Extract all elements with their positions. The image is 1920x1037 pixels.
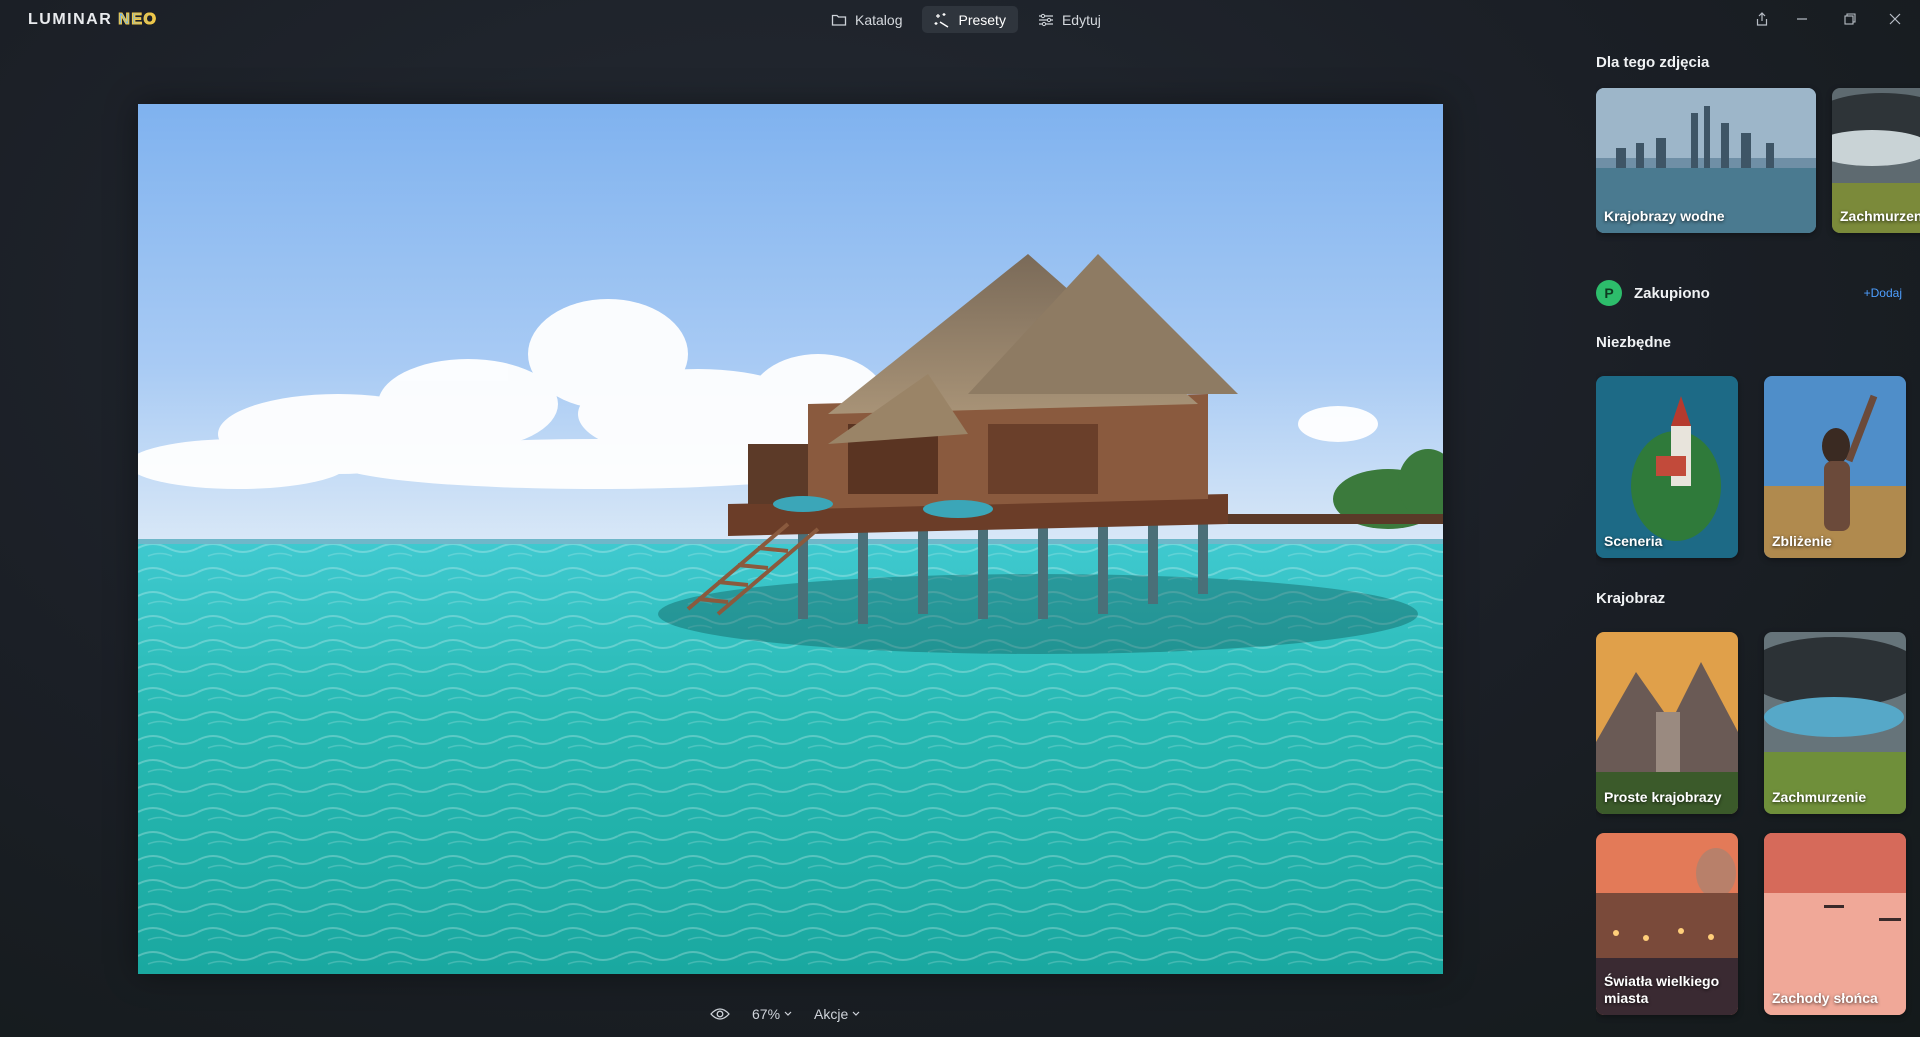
preset-card-label: Zachody słońca bbox=[1772, 990, 1878, 1006]
purchased-icon: P bbox=[1596, 280, 1622, 306]
restore-icon bbox=[1844, 13, 1856, 25]
minimize-icon bbox=[1797, 18, 1807, 20]
app-logo: LUMINAR NEO bbox=[28, 11, 157, 29]
preset-card-scenery[interactable]: Sceneria bbox=[1596, 376, 1738, 558]
chevron-down-icon bbox=[784, 1011, 792, 1016]
purchased-section-header: P Zakupiono +Dodaj bbox=[1596, 278, 1920, 306]
preset-card-closeup[interactable]: Zbliżenie bbox=[1764, 376, 1906, 558]
tab-katalog[interactable]: Katalog bbox=[819, 6, 914, 33]
section-title-for-photo: Dla tego zdjęcia bbox=[1596, 54, 1710, 71]
section-title-landscape: Krajobraz bbox=[1596, 590, 1666, 607]
minimize-button[interactable] bbox=[1782, 0, 1822, 38]
preset-card-label: Zbliżenie bbox=[1772, 533, 1832, 549]
logo-suffix: NEO bbox=[118, 11, 158, 29]
title-bar: LUMINAR NEO Katalog Presety Edytuj bbox=[0, 0, 1920, 38]
preset-card-label: Krajobrazy wodne bbox=[1604, 208, 1725, 224]
preset-thumbnail bbox=[1764, 632, 1906, 814]
purchased-title: Zakupiono bbox=[1634, 285, 1710, 302]
close-icon bbox=[1889, 13, 1901, 25]
photo-image bbox=[138, 104, 1443, 974]
preset-thumbnail bbox=[1596, 376, 1738, 558]
share-button[interactable] bbox=[1742, 0, 1782, 38]
preset-card-label: Proste krajobrazy bbox=[1604, 789, 1722, 805]
preset-card-city-lights[interactable]: Światła wielkiego miasta bbox=[1596, 833, 1738, 1015]
preset-thumbnail bbox=[1596, 632, 1738, 814]
preset-card-clouds-partial[interactable]: Zachmurzenie bbox=[1832, 88, 1920, 233]
mode-tabs: Katalog Presety Edytuj bbox=[819, 6, 1113, 33]
tab-edytuj[interactable]: Edytuj bbox=[1026, 6, 1113, 33]
viewer-bottom-bar: 67% Akcje bbox=[710, 1003, 860, 1025]
preset-card-sunsets[interactable]: Zachody słońca bbox=[1764, 833, 1906, 1015]
zoom-value: 67% bbox=[752, 1006, 781, 1022]
folder-icon bbox=[831, 14, 847, 26]
actions-label: Akcje bbox=[814, 1006, 849, 1022]
eye-icon bbox=[710, 1008, 730, 1020]
preset-card-clouds[interactable]: Zachmurzenie bbox=[1764, 632, 1906, 814]
tab-label: Presety bbox=[958, 11, 1006, 28]
preset-card-water-landscapes[interactable]: Krajobrazy wodne bbox=[1596, 88, 1816, 233]
tab-presety[interactable]: Presety bbox=[922, 6, 1018, 33]
section-title-essentials: Niezbędne bbox=[1596, 334, 1672, 351]
preset-card-label: Sceneria bbox=[1604, 533, 1663, 549]
preset-card-label: Zachmurzenie bbox=[1840, 208, 1920, 224]
restore-button[interactable] bbox=[1830, 0, 1870, 38]
presets-panel: Dla tego zdjęcia Krajobrazy wodne Zachmu… bbox=[1596, 38, 1920, 1037]
share-icon bbox=[1756, 12, 1768, 26]
add-presets-link[interactable]: +Dodaj bbox=[1864, 286, 1902, 300]
preview-toggle-button[interactable] bbox=[710, 1007, 730, 1021]
actions-dropdown[interactable]: Akcje bbox=[814, 1006, 860, 1022]
tab-label: Katalog bbox=[855, 11, 903, 28]
preset-card-label: Światła wielkiego miasta bbox=[1604, 973, 1720, 1006]
preset-thumbnail bbox=[1764, 376, 1906, 558]
logo-main: LUMINAR bbox=[28, 11, 113, 28]
photo-canvas[interactable] bbox=[138, 104, 1443, 974]
tab-label: Edytuj bbox=[1061, 11, 1101, 28]
preset-card-label: Zachmurzenie bbox=[1772, 789, 1867, 805]
zoom-dropdown[interactable]: 67% bbox=[752, 1006, 792, 1022]
preset-thumbnail bbox=[1764, 833, 1906, 1015]
preset-card-simple-landscapes[interactable]: Proste krajobrazy bbox=[1596, 632, 1738, 814]
app-window: LUMINAR NEO Katalog Presety Edytuj 67% A… bbox=[0, 0, 1920, 1037]
sliders-icon bbox=[1038, 13, 1053, 26]
chevron-down-icon bbox=[852, 1011, 860, 1016]
sparkle-wand-icon bbox=[934, 12, 949, 28]
close-button[interactable] bbox=[1875, 0, 1915, 38]
